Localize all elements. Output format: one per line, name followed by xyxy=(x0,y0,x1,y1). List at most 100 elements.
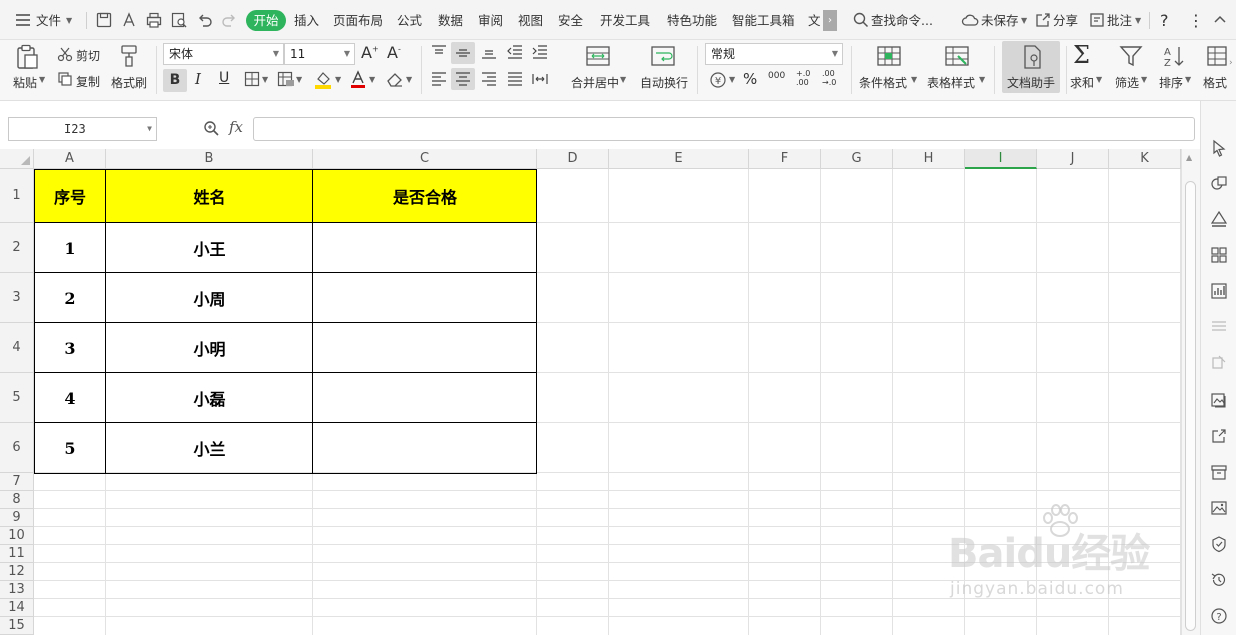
settings-sliders-icon[interactable] xyxy=(1210,317,1228,335)
tab-security[interactable]: 安全 xyxy=(558,0,583,40)
align-left-icon[interactable] xyxy=(430,71,448,87)
column-header-h[interactable]: H xyxy=(893,149,965,169)
cell-a1[interactable]: 序号 xyxy=(34,169,106,223)
more-tabs-chevron-icon[interactable]: › xyxy=(823,10,837,31)
cell-b6[interactable]: 小兰 xyxy=(106,423,313,473)
chevron-down-icon[interactable]: ▼ xyxy=(262,75,268,84)
sort-icon[interactable]: A Z xyxy=(1162,44,1186,68)
chevron-down-icon[interactable]: ▼ xyxy=(729,75,735,84)
export-icon[interactable] xyxy=(1210,353,1228,371)
chevron-down-icon[interactable]: ▼ xyxy=(620,75,626,84)
shapes-icon[interactable] xyxy=(1210,174,1228,192)
ribbon-scroll-right-icon[interactable]: › xyxy=(1229,58,1233,68)
align-center-button[interactable] xyxy=(451,68,475,90)
scroll-up-icon[interactable]: ▲ xyxy=(1186,153,1192,162)
more-options-icon[interactable]: ⋮ xyxy=(1188,0,1204,40)
unsaved-status[interactable]: 未保存 xyxy=(981,0,1019,40)
cell-a4[interactable]: 3 xyxy=(34,323,106,373)
chevron-down-icon[interactable]: ▼ xyxy=(406,75,412,84)
zoom-lookup-icon[interactable] xyxy=(203,120,219,136)
cell-b1[interactable]: 姓名 xyxy=(106,169,313,223)
cell-style-icon[interactable] xyxy=(277,71,295,87)
eraser-icon[interactable] xyxy=(386,71,404,87)
cell-a5[interactable]: 4 xyxy=(34,373,106,423)
chevron-down-icon[interactable]: ▼ xyxy=(335,75,341,84)
name-box[interactable]: I23 ▼ xyxy=(8,117,157,141)
chevron-down-icon[interactable]: ▼ xyxy=(979,75,985,84)
scissors-icon[interactable] xyxy=(57,46,73,62)
archive-icon[interactable] xyxy=(1210,463,1228,481)
chart-icon[interactable] xyxy=(1210,282,1228,300)
undo-icon[interactable] xyxy=(196,11,214,29)
row-header-13[interactable]: 13 xyxy=(0,581,34,599)
thousands-separator-button[interactable]: 000 xyxy=(768,71,785,81)
vertical-scrollbar[interactable]: ▲ xyxy=(1181,149,1200,635)
search-icon[interactable] xyxy=(852,11,870,29)
command-search[interactable]: 查找命令... xyxy=(871,0,933,40)
tab-developer[interactable]: 开发工具 xyxy=(600,0,650,40)
cell-b3[interactable]: 小周 xyxy=(106,273,313,323)
row-header-1[interactable]: 1 xyxy=(0,169,34,223)
merge-center-icon[interactable] xyxy=(585,44,611,68)
wrap-text-icon[interactable] xyxy=(650,44,676,68)
tab-special-features[interactable]: 特色功能 xyxy=(667,0,717,40)
row-header-15[interactable]: 15 xyxy=(0,617,34,635)
percent-button[interactable]: % xyxy=(743,70,757,88)
tab-view[interactable]: 视图 xyxy=(518,0,543,40)
tab-smart-toolbox[interactable]: 智能工具箱 xyxy=(732,0,795,40)
picture-icon[interactable] xyxy=(1210,499,1228,517)
align-middle-button[interactable] xyxy=(451,42,475,64)
chevron-down-icon[interactable]: ▼ xyxy=(911,75,917,84)
help-icon[interactable]: ? xyxy=(1160,0,1169,40)
cell-a2[interactable]: 1 xyxy=(34,223,106,273)
format-button[interactable]: 格式 xyxy=(1203,74,1227,91)
cell-c3[interactable] xyxy=(313,273,537,323)
column-header-c[interactable]: C xyxy=(313,149,537,169)
column-header-e[interactable]: E xyxy=(609,149,749,169)
chevron-down-icon[interactable]: ▼ xyxy=(1141,75,1147,84)
save-icon[interactable] xyxy=(95,11,113,29)
cell-b5[interactable]: 小磊 xyxy=(106,373,313,423)
function-fx-button[interactable]: fx xyxy=(229,118,243,136)
paste-icon[interactable] xyxy=(15,44,39,70)
cell-c6[interactable] xyxy=(313,423,537,473)
print-preview-icon[interactable] xyxy=(170,11,188,29)
history-icon[interactable] xyxy=(1210,571,1228,589)
conditional-format-button[interactable]: 条件格式 xyxy=(859,74,907,91)
cell-c5[interactable] xyxy=(313,373,537,423)
copy-button[interactable]: 复制 xyxy=(76,73,100,90)
doc-assistant-button[interactable]: 文档助手 xyxy=(1002,41,1060,93)
share-icon[interactable] xyxy=(1034,11,1052,29)
row-header-10[interactable]: 10 xyxy=(0,527,34,545)
decrease-indent-icon[interactable] xyxy=(506,44,524,60)
format-icon[interactable] xyxy=(1205,44,1229,68)
chevron-down-icon[interactable]: ▼ xyxy=(1135,0,1141,40)
decrease-decimal-button[interactable]: .00 →.0 xyxy=(822,69,836,87)
row-header-9[interactable]: 9 xyxy=(0,509,34,527)
comment-button[interactable]: 批注 xyxy=(1107,0,1132,40)
column-header-g[interactable]: G xyxy=(821,149,893,169)
row-header-11[interactable]: 11 xyxy=(0,545,34,563)
cell-a3[interactable]: 2 xyxy=(34,273,106,323)
wrap-text-button[interactable]: 自动换行 xyxy=(640,74,688,91)
copy-icon[interactable] xyxy=(57,71,73,87)
merge-center-button[interactable]: 合并居中 xyxy=(571,74,619,91)
row-header-7[interactable]: 7 xyxy=(0,473,34,491)
sort-button[interactable]: 排序 xyxy=(1159,74,1183,91)
format-painter-icon[interactable] xyxy=(118,44,140,68)
increase-decimal-button[interactable]: +.0 .00 xyxy=(796,69,810,87)
paste-button[interactable]: 粘贴 xyxy=(13,74,37,91)
font-name-select[interactable]: 宋体 ▼ xyxy=(163,43,284,65)
row-header-5[interactable]: 5 xyxy=(0,373,34,423)
chevron-down-icon[interactable]: ▼ xyxy=(369,75,375,84)
column-header-f[interactable]: F xyxy=(749,149,821,169)
chevron-down-icon[interactable]: ▼ xyxy=(1021,0,1027,40)
column-header-k[interactable]: K xyxy=(1109,149,1181,169)
image-gallery-icon[interactable] xyxy=(1210,391,1228,409)
style-fill-icon[interactable] xyxy=(1210,210,1228,228)
fill-color-icon[interactable] xyxy=(314,70,332,90)
cell-b2[interactable]: 小王 xyxy=(106,223,313,273)
tab-start[interactable]: 开始 xyxy=(246,10,286,31)
tab-insert[interactable]: 插入 xyxy=(294,0,319,40)
column-header-a[interactable]: A xyxy=(34,149,106,169)
